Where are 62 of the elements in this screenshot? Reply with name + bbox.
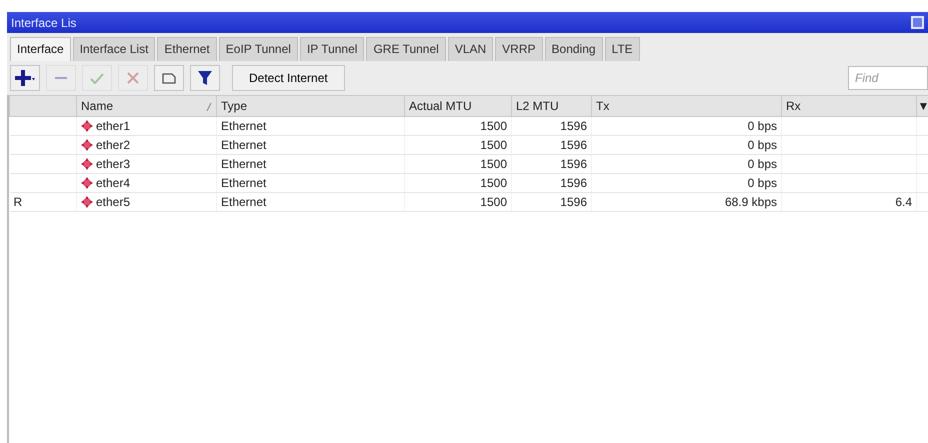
- column-header: Actual MTU: [404, 96, 512, 116]
- table-cell: 1596: [512, 154, 592, 174]
- table-cell: Ethernet: [216, 136, 404, 154]
- tab[interactable]: VLAN: [448, 37, 494, 61]
- column-header: L2 MTU: [512, 96, 592, 116]
- note-icon: [162, 72, 176, 84]
- table-cell-text: ether4: [96, 175, 130, 192]
- table-cell: 1596: [512, 116, 592, 136]
- column-header[interactable]: Name: [81, 97, 114, 115]
- table-cell: 0 bps: [592, 154, 782, 174]
- tab[interactable]: Interface: [10, 37, 71, 61]
- table-cell: 1596: [512, 192, 592, 212]
- filter-button[interactable]: [190, 65, 220, 91]
- filter-icon: [198, 71, 212, 85]
- interface-icon: [81, 196, 93, 208]
- table-cell: Ethernet: [216, 174, 404, 192]
- interface-icon: [81, 139, 93, 151]
- add-button[interactable]: [10, 65, 40, 91]
- find-field[interactable]: Find: [848, 66, 928, 90]
- table-cell: Ethernet: [216, 154, 404, 174]
- tab[interactable]: GRE Tunnel: [366, 37, 446, 61]
- sort-icon: [206, 102, 212, 110]
- table-cell: 1500: [404, 136, 512, 154]
- tab[interactable]: Bonding: [544, 37, 603, 61]
- tab[interactable]: EoIP Tunnel: [218, 37, 298, 61]
- tab[interactable]: Ethernet: [157, 37, 217, 61]
- column-header: Rx: [782, 96, 916, 116]
- table-cell: 0 bps: [592, 136, 782, 154]
- table-cell: Ethernet: [216, 192, 404, 212]
- window-title: Interface Lis: [11, 14, 76, 32]
- table-cell: 1596: [512, 136, 592, 154]
- comment-button[interactable]: [154, 65, 184, 91]
- table-cell-text: ether2: [96, 137, 130, 154]
- tab[interactable]: VRRP: [495, 37, 543, 61]
- table-cell: 1500: [404, 174, 512, 192]
- table-cell: 1500: [404, 192, 512, 212]
- tab[interactable]: LTE: [604, 37, 640, 61]
- maximize-button[interactable]: [911, 16, 924, 29]
- interface-icon: [81, 120, 93, 132]
- interface-icon: [81, 177, 93, 189]
- table-cell-text: ether5: [96, 194, 130, 211]
- column-header: Type: [216, 96, 404, 116]
- table-cell: 68.9 kbps: [592, 192, 782, 212]
- table-cell-text: ether3: [96, 156, 130, 173]
- tab[interactable]: Interface List: [72, 37, 156, 61]
- flag-cell: R: [10, 192, 76, 212]
- table-cell: 1500: [404, 154, 512, 174]
- table-cell: 0 bps: [592, 174, 782, 192]
- table-cell: 1596: [512, 174, 592, 192]
- table-cell: 0 bps: [592, 116, 782, 136]
- table-cell: Ethernet: [216, 116, 404, 136]
- cross-icon: [127, 72, 139, 84]
- tab[interactable]: IP Tunnel: [300, 37, 364, 61]
- column-header: Tx: [592, 96, 782, 116]
- table-cell-text: ether1: [96, 118, 130, 135]
- add-icon: [15, 70, 35, 86]
- column-header[interactable]: ▼: [916, 96, 928, 116]
- interface-icon: [81, 158, 93, 170]
- table-cell: 6.4: [782, 192, 916, 212]
- check-icon: [90, 72, 104, 84]
- table-cell: 1500: [404, 116, 512, 136]
- detect-internet-button[interactable]: Detect Internet: [232, 65, 345, 91]
